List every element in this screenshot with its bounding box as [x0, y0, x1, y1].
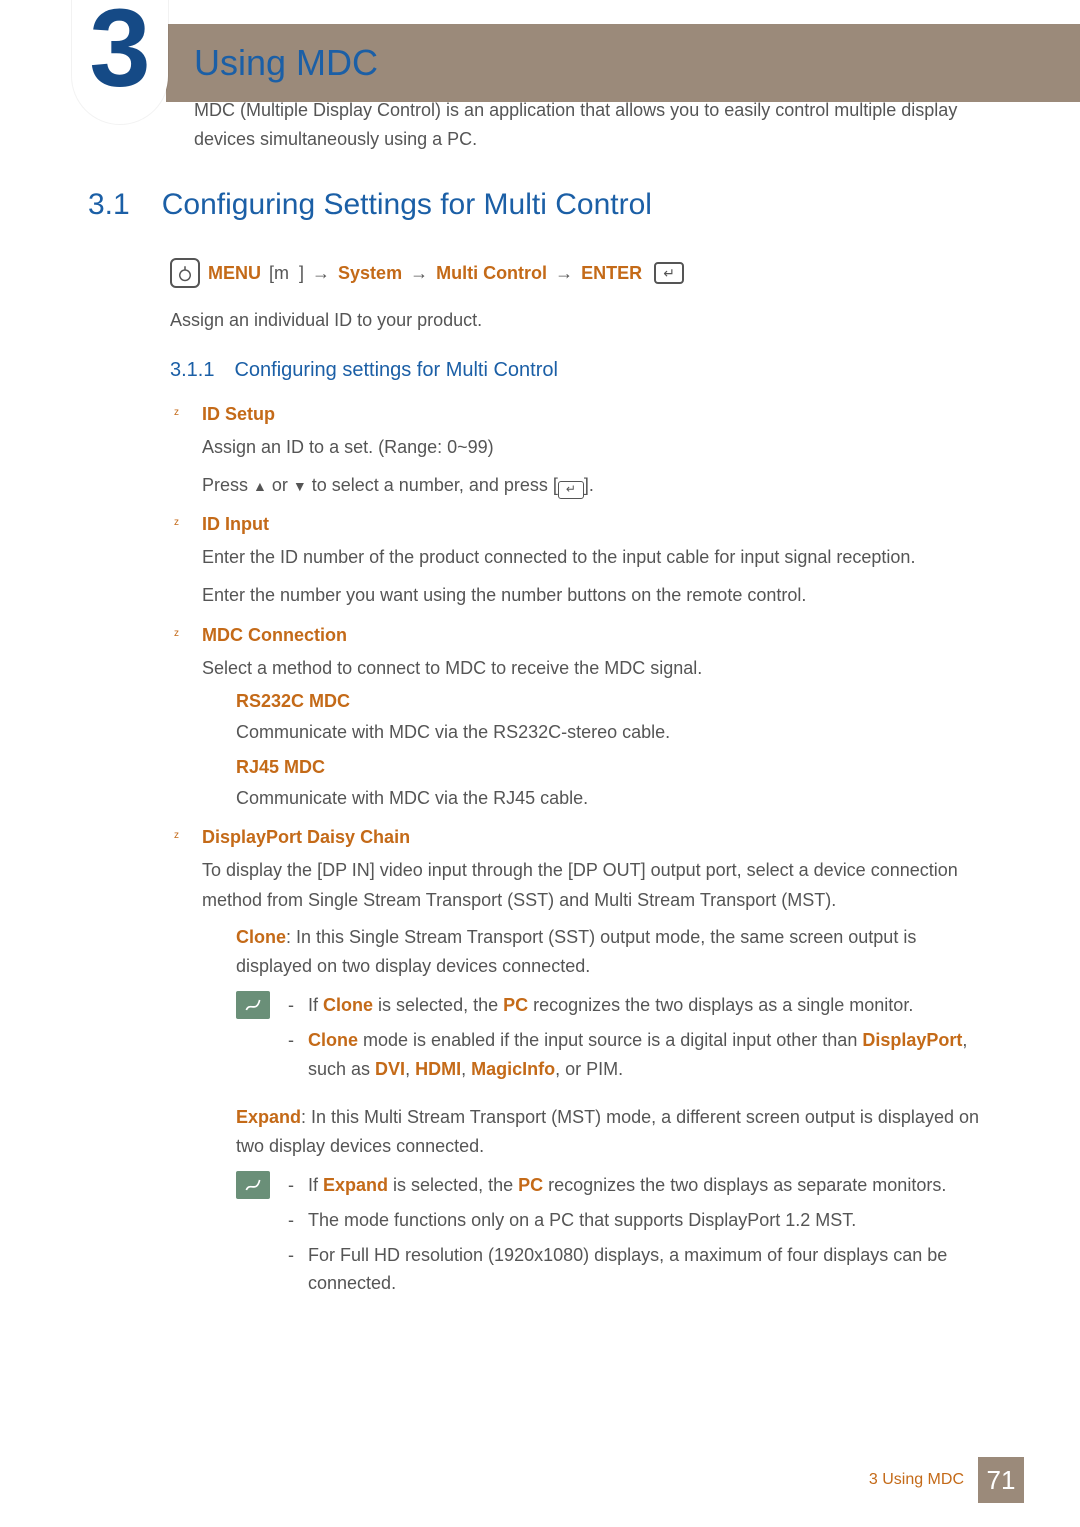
nav-system: System	[338, 263, 402, 284]
menu-path: MENU [m ] → System → Multi Control → ENT…	[170, 258, 994, 288]
item-id-setup: ID Setup Assign an ID to a set. (Range: …	[170, 404, 994, 500]
note-icon	[236, 1171, 270, 1199]
note-list: If Expand is selected, the PC recognizes…	[288, 1171, 994, 1304]
subsection-title: Configuring settings for Multi Control	[234, 359, 557, 382]
nav-multi-control: Multi Control	[436, 263, 547, 284]
bullet-list: ID Setup Assign an ID to a set. (Range: …	[170, 404, 994, 1304]
subsection-heading: 3.1.1 Configuring settings for Multi Con…	[170, 359, 994, 382]
sub-text: Communicate with MDC via the RS232C-ster…	[236, 718, 994, 747]
expand-label: Expand	[236, 1107, 301, 1127]
section-number: 3.1	[88, 188, 130, 222]
clone-text: Clone: In this Single Stream Transport (…	[236, 923, 994, 981]
down-triangle-icon: ▼	[293, 478, 307, 494]
item-text: Select a method to connect to MDC to rec…	[202, 654, 994, 684]
arrow-icon: →	[555, 263, 573, 284]
item-title: DisplayPort Daisy Chain	[202, 827, 994, 848]
note-item: If Expand is selected, the PC recognizes…	[288, 1171, 994, 1200]
note-item: Clone mode is enabled if the input sourc…	[288, 1026, 994, 1084]
page-number: 71	[978, 1457, 1024, 1503]
menu-glyph: [m ]	[269, 263, 304, 284]
footer: 3 Using MDC 71	[869, 1457, 1024, 1503]
arrow-icon: →	[410, 263, 428, 284]
item-text: Assign an ID to a set. (Range: 0~99)	[202, 433, 994, 463]
chapter-badge: 3	[72, 0, 168, 124]
note-icon	[236, 991, 270, 1019]
footer-text: 3 Using MDC	[869, 1471, 964, 1489]
nav-enter: ENTER	[581, 263, 642, 284]
enter-icon: ↵	[654, 262, 684, 284]
page-intro: MDC (Multiple Display Control) is an app…	[194, 96, 994, 154]
page-title: Using MDC	[194, 42, 378, 84]
subsection-number: 3.1.1	[170, 359, 214, 382]
sub-title: RS232C MDC	[236, 691, 994, 712]
note-clone: If Clone is selected, the PC recognizes …	[236, 991, 994, 1089]
page: 3 Using MDC MDC (Multiple Display Contro…	[0, 0, 1080, 1527]
item-id-input: ID Input Enter the ID number of the prod…	[170, 514, 994, 610]
note-item: The mode functions only on a PC that sup…	[288, 1206, 994, 1235]
chapter-number: 3	[89, 0, 150, 104]
remote-menu-icon	[170, 258, 200, 288]
section-heading: 3.1 Configuring Settings for Multi Contr…	[88, 188, 994, 222]
sub-expand: Expand: In this Multi Stream Transport (…	[236, 1103, 994, 1161]
assign-text: Assign an individual ID to your product.	[170, 310, 994, 331]
item-text: To display the [DP IN] video input throu…	[202, 856, 994, 915]
item-mdc-connection: MDC Connection Select a method to connec…	[170, 625, 994, 813]
up-triangle-icon: ▲	[253, 478, 267, 494]
arrow-icon: →	[312, 263, 330, 284]
item-title: ID Setup	[202, 404, 994, 425]
item-text: Press ▲ or ▼ to select a number, and pre…	[202, 471, 994, 501]
menu-label: MENU	[208, 263, 261, 284]
sub-rs232c: RS232C MDC Communicate with MDC via the …	[236, 691, 994, 813]
clone-label: Clone	[236, 927, 286, 947]
enter-icon: ↵	[558, 481, 584, 499]
note-item: For Full HD resolution (1920x1080) displ…	[288, 1241, 994, 1299]
expand-text: Expand: In this Multi Stream Transport (…	[236, 1103, 994, 1161]
note-item: If Clone is selected, the PC recognizes …	[288, 991, 994, 1020]
sub-title: RJ45 MDC	[236, 757, 994, 778]
sub-clone: Clone: In this Single Stream Transport (…	[236, 923, 994, 981]
note-expand: If Expand is selected, the PC recognizes…	[236, 1171, 994, 1304]
section-title: Configuring Settings for Multi Control	[162, 188, 652, 222]
content: 3.1 Configuring Settings for Multi Contr…	[88, 188, 994, 1318]
note-list: If Clone is selected, the PC recognizes …	[288, 991, 994, 1089]
item-title: ID Input	[202, 514, 994, 535]
item-title: MDC Connection	[202, 625, 994, 646]
sub-text: Communicate with MDC via the RJ45 cable.	[236, 784, 994, 813]
item-text: Enter the ID number of the product conne…	[202, 543, 994, 573]
item-text: Enter the number you want using the numb…	[202, 581, 994, 611]
item-daisy-chain: DisplayPort Daisy Chain To display the […	[170, 827, 994, 1304]
